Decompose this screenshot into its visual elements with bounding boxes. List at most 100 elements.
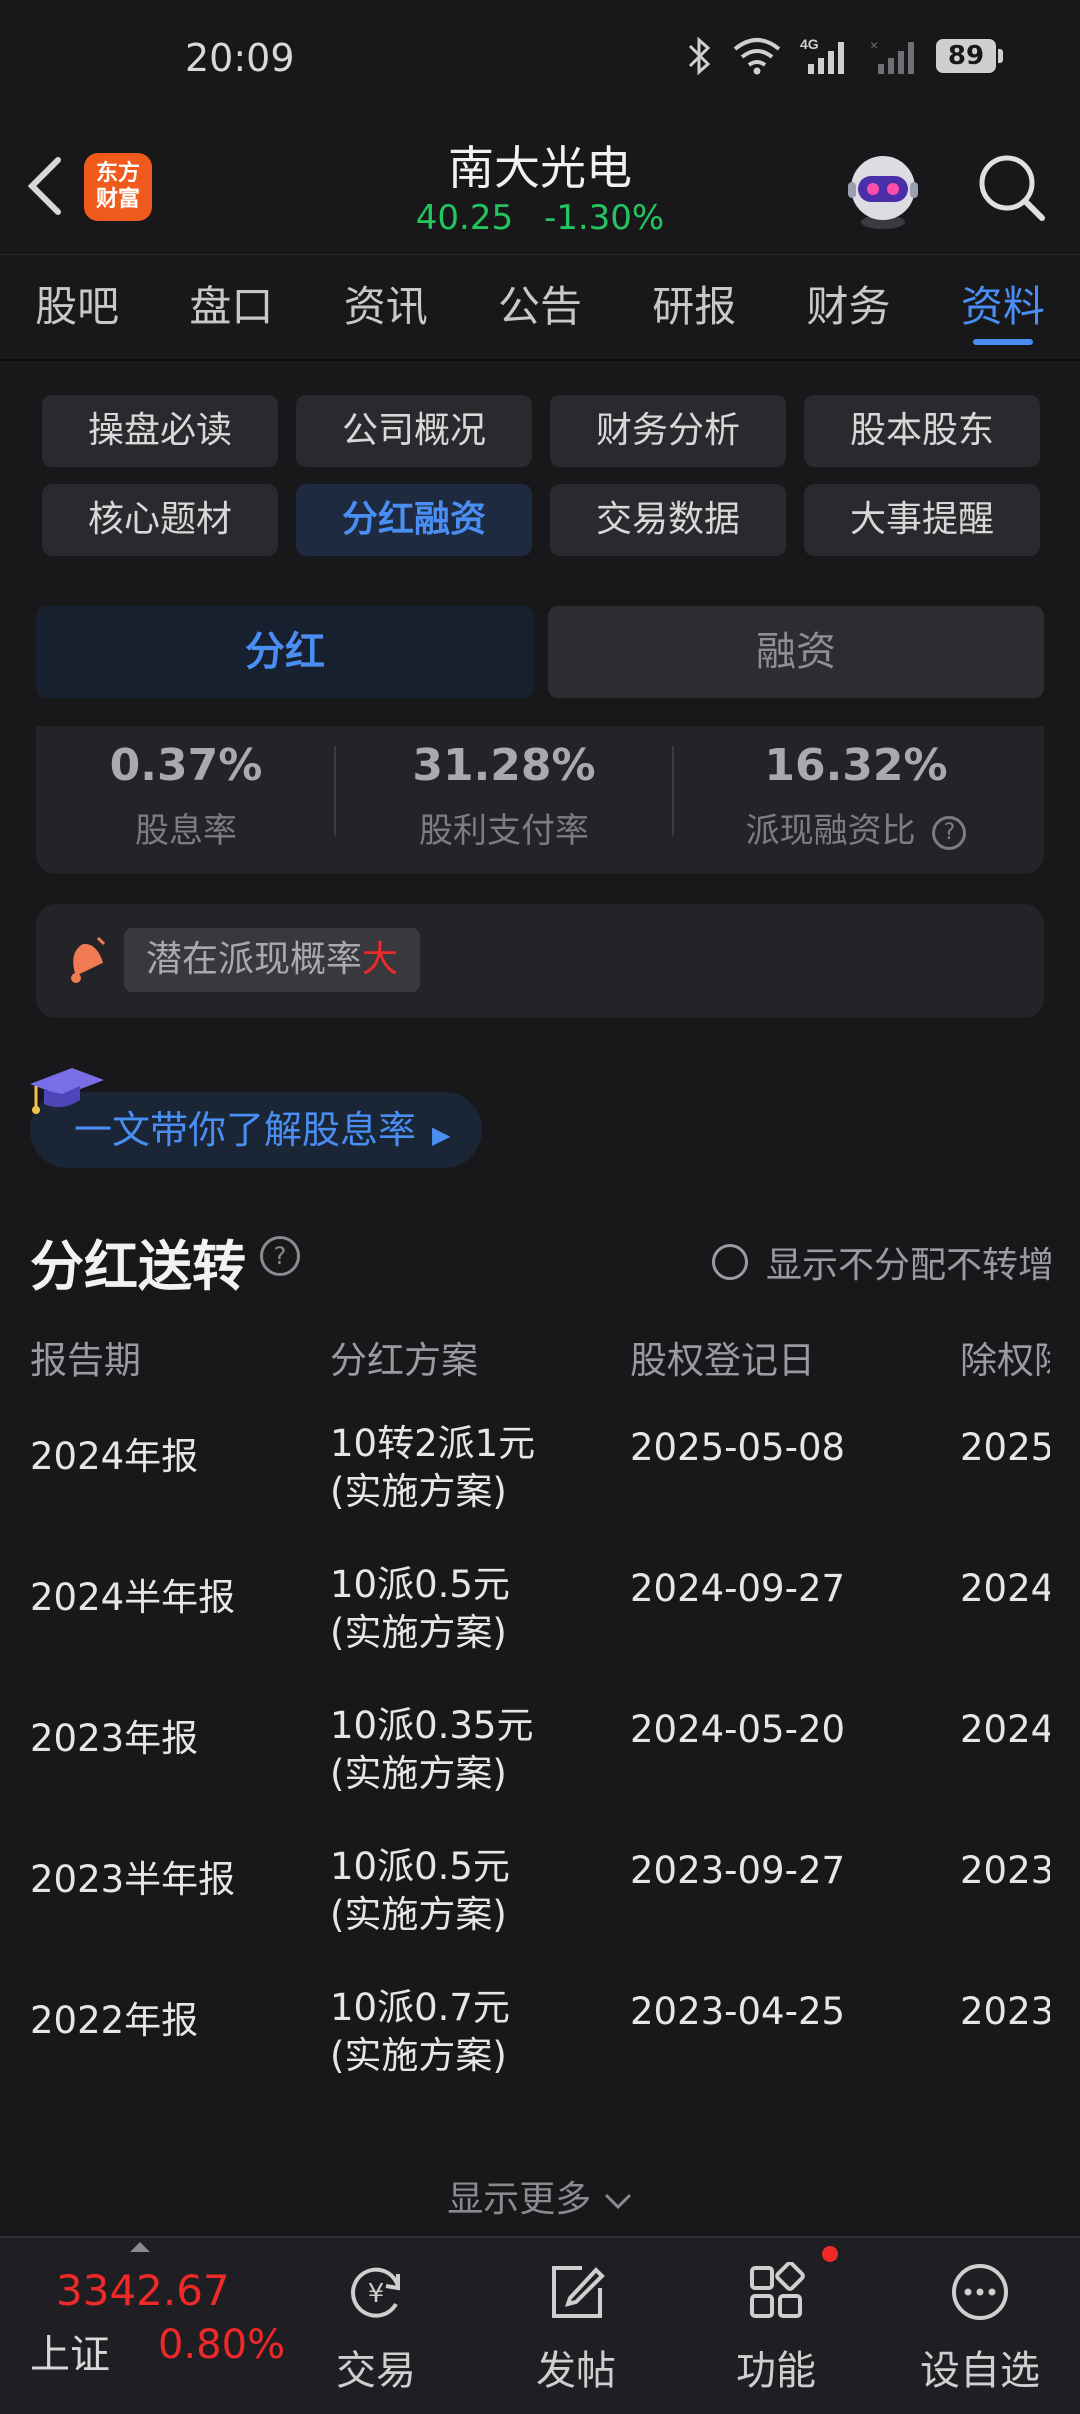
subtab-dividend[interactable]: 分红 bbox=[36, 606, 534, 698]
help-icon[interactable]: ? bbox=[260, 1236, 300, 1276]
section-dividend-financing[interactable]: 分红融资 bbox=[296, 484, 532, 556]
cell-plan: 10派0.5元 (实施方案) bbox=[330, 1843, 510, 1939]
tab-finance[interactable]: 财务 bbox=[771, 255, 925, 359]
section-shareholders[interactable]: 股本股东 bbox=[804, 395, 1040, 467]
index-name: 上证 bbox=[30, 2332, 110, 2378]
play-arrow-icon: ▶ bbox=[432, 1121, 451, 1149]
nav-label: 功能 bbox=[736, 2348, 816, 2394]
bottom-navigation: 3342.67 上证 0.80% ¥ 交易 发帖 功能 设自选 bbox=[0, 2236, 1080, 2414]
plan-text: 10转2派1元 bbox=[330, 1422, 536, 1465]
more-icon bbox=[952, 2264, 1008, 2320]
battery-indicator: 89 bbox=[936, 39, 1003, 73]
plan-status: (实施方案) bbox=[330, 2034, 507, 2077]
nav-add-watchlist[interactable]: 设自选 bbox=[880, 2238, 1080, 2414]
robot-icon bbox=[848, 156, 918, 229]
stock-price: 40.25 bbox=[415, 198, 514, 238]
tab-guba[interactable]: 股吧 bbox=[0, 255, 154, 359]
potential-level: 大 bbox=[362, 939, 399, 980]
search-button[interactable] bbox=[974, 150, 1050, 226]
stat-label: 股利支付率 bbox=[419, 811, 589, 851]
cell-ex-date: 2024-05-21 bbox=[960, 1708, 1050, 1751]
toggle-label: 显示不分配不转增 bbox=[766, 1245, 1055, 1286]
tab-announcements[interactable]: 公告 bbox=[463, 255, 617, 359]
status-icons: 4G × 89 bbox=[686, 36, 1003, 76]
potential-label: 潜在派现概率 bbox=[146, 939, 363, 980]
compose-icon bbox=[552, 2266, 605, 2318]
main-tab-bar: 股吧 盘口 资讯 公告 研报 财务 资料 bbox=[0, 254, 1080, 361]
section-financial-analysis[interactable]: 财务分析 bbox=[550, 395, 786, 467]
cell-record-date: 2024-09-27 bbox=[630, 1567, 846, 1610]
stat-payout-ratio: 31.28% 股利支付率 bbox=[336, 740, 672, 852]
cell-period: 2024半年报 bbox=[30, 1576, 236, 1619]
cell-plan: 10转2派1元 (实施方案) bbox=[330, 1420, 535, 1516]
cell-ex-date: 2023-09-28 bbox=[960, 1849, 1050, 1892]
assistant-robot-button[interactable] bbox=[840, 146, 926, 232]
plan-status: (实施方案) bbox=[330, 1611, 507, 1654]
stat-divider bbox=[672, 746, 674, 836]
header-ex-date: 除权除息日 bbox=[960, 1339, 1050, 1382]
dividend-table: 报告期 分红方案 股权登记日 除权除息日 2024年报 10转2派1元 (实施方案… bbox=[30, 1330, 1050, 2130]
tab-news[interactable]: 资讯 bbox=[309, 255, 463, 359]
plan-status: (实施方案) bbox=[330, 1893, 507, 1936]
stat-value: 31.28% bbox=[412, 740, 596, 791]
cell-record-date: 2025-05-08 bbox=[630, 1426, 846, 1469]
graduation-cap-icon bbox=[30, 1068, 104, 1114]
svg-text:¥: ¥ bbox=[368, 2279, 385, 2309]
stat-label-text: 派现融资比 bbox=[745, 811, 916, 851]
cell-plan: 10派0.7元 (实施方案) bbox=[330, 1984, 510, 2080]
tab-pankou[interactable]: 盘口 bbox=[154, 255, 308, 359]
cell-period: 2023半年报 bbox=[30, 1858, 236, 1901]
cell-ex-date: 2023-04-26 bbox=[960, 1990, 1050, 2033]
cell-period: 2024年报 bbox=[30, 1435, 199, 1478]
svg-text:×: × bbox=[870, 37, 878, 53]
dividend-section-title: 分红送转 bbox=[30, 1235, 246, 1298]
nav-post[interactable]: 发帖 bbox=[476, 2238, 676, 2414]
dividend-stats-card: 0.37% 股息率 31.28% 股利支付率 16.32% 派现融资比 ? bbox=[36, 726, 1044, 874]
bell-icon bbox=[71, 936, 106, 983]
potential-payout-card: 潜在派现概率大 bbox=[36, 904, 1044, 1018]
notification-dot bbox=[822, 2246, 838, 2262]
stat-value: 16.32% bbox=[764, 740, 948, 791]
section-events[interactable]: 大事提醒 bbox=[804, 484, 1040, 556]
stat-payout-financing-ratio: 16.32% 派现融资比 ? bbox=[676, 740, 1036, 852]
section-core-themes[interactable]: 核心题材 bbox=[42, 484, 278, 556]
radio-unchecked-icon[interactable] bbox=[712, 1244, 748, 1280]
stat-label: 股息率 bbox=[135, 811, 237, 851]
cell-plan: 10派0.35元 (实施方案) bbox=[330, 1702, 533, 1798]
header-period: 报告期 bbox=[30, 1339, 141, 1382]
stat-dividend-yield: 0.37% 股息率 bbox=[36, 740, 336, 852]
section-company-overview[interactable]: 公司概况 bbox=[296, 395, 532, 467]
tab-research[interactable]: 研报 bbox=[617, 255, 771, 359]
plan-status: (实施方案) bbox=[330, 1752, 507, 1795]
index-ticker[interactable]: 3342.67 上证 0.80% bbox=[0, 2238, 290, 2414]
nav-functions[interactable]: 功能 bbox=[676, 2238, 876, 2414]
stat-value: 0.37% bbox=[109, 740, 263, 791]
plan-text: 10派0.35元 bbox=[330, 1704, 534, 1747]
tab-profile[interactable]: 资料 bbox=[926, 255, 1080, 359]
trade-icon: ¥ bbox=[351, 2267, 400, 2318]
nav-label: 发帖 bbox=[536, 2348, 616, 2394]
section-trading-guide[interactable]: 操盘必读 bbox=[42, 395, 278, 467]
cell-ex-date: 2024-09-30 bbox=[960, 1567, 1050, 1610]
wifi-icon bbox=[733, 38, 781, 75]
header-record-date: 股权登记日 bbox=[630, 1339, 815, 1382]
stat-label: 派现融资比 ? bbox=[676, 803, 1036, 852]
header-plan: 分红方案 bbox=[330, 1339, 478, 1382]
show-more-button[interactable]: 显示更多 bbox=[0, 2170, 1080, 2222]
cell-plan: 10派0.5元 (实施方案) bbox=[330, 1561, 510, 1657]
cell-ex-date: 2025-05-09 bbox=[960, 1426, 1050, 1469]
cell-period: 2022年报 bbox=[30, 1999, 199, 2042]
cell-record-date: 2024-05-20 bbox=[630, 1708, 846, 1751]
show-no-allocation-toggle[interactable]: 显示不分配不转增 bbox=[712, 1236, 1054, 1288]
nav-trade[interactable]: ¥ 交易 bbox=[276, 2238, 476, 2414]
chevron-down-icon bbox=[604, 2193, 631, 2210]
status-time: 20:09 bbox=[185, 36, 295, 80]
help-icon[interactable]: ? bbox=[932, 815, 967, 850]
stock-change: -1.30% bbox=[543, 198, 665, 238]
signal-sim2-icon: × bbox=[870, 37, 914, 74]
section-trading-data[interactable]: 交易数据 bbox=[550, 484, 786, 556]
subtab-financing[interactable]: 融资 bbox=[548, 606, 1044, 698]
cell-record-date: 2023-04-25 bbox=[630, 1990, 846, 2033]
nav-label: 设自选 bbox=[920, 2348, 1040, 2394]
index-change: 0.80% bbox=[158, 2322, 286, 2368]
